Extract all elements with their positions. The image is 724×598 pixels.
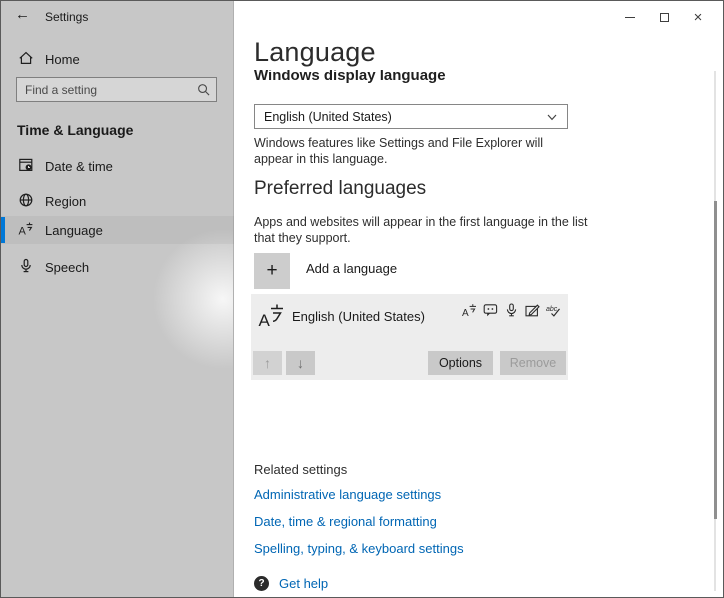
region-icon — [18, 192, 34, 208]
search-icon — [197, 83, 210, 96]
get-help-link[interactable]: Get help — [279, 576, 328, 591]
back-button[interactable]: ← — [15, 6, 30, 23]
language-icon: A — [18, 221, 34, 237]
preferred-languages-description: Apps and websites will appear in the fir… — [254, 214, 594, 246]
speech-recognition-icon — [504, 303, 519, 318]
display-language-dropdown[interactable]: English (United States) — [254, 104, 568, 129]
sidebar-item-language[interactable]: A Language — [1, 216, 234, 244]
sidebar-section-heading: Time & Language — [17, 122, 133, 138]
settings-window: ← Settings Home Time & Language — [0, 0, 724, 598]
app-title: Settings — [45, 10, 88, 24]
link-administrative-language-settings[interactable]: Administrative language settings — [254, 487, 441, 502]
svg-text:A: A — [462, 308, 469, 318]
plus-icon: + — [266, 260, 277, 282]
sidebar-item-home[interactable]: Home — [1, 45, 234, 73]
options-button[interactable]: Options — [428, 351, 493, 375]
language-pack-icon: A — [258, 302, 285, 329]
page-title: Language — [254, 37, 376, 68]
scrollbar-thumb[interactable] — [714, 201, 717, 519]
svg-text:A: A — [259, 311, 271, 329]
language-name: English (United States) — [292, 309, 425, 324]
move-up-button[interactable]: ↑ — [253, 351, 282, 375]
maximize-icon — [660, 13, 669, 22]
sidebar: ← Settings Home Time & Language — [1, 1, 234, 597]
sidebar-item-label: Speech — [45, 260, 89, 275]
home-icon — [18, 50, 34, 66]
add-language-button[interactable]: + — [254, 253, 290, 289]
minimize-button[interactable] — [613, 7, 647, 27]
display-language-description: Windows features like Settings and File … — [254, 135, 584, 167]
handwriting-icon — [525, 303, 540, 318]
speech-icon — [18, 258, 34, 274]
basic-typing-icon: abc — [546, 303, 561, 318]
dropdown-selected-value: English (United States) — [264, 110, 392, 124]
close-icon: × — [694, 10, 703, 25]
get-help-row[interactable]: ? Get help — [254, 576, 328, 591]
sidebar-item-label: Home — [45, 52, 80, 67]
get-help-icon: ? — [254, 576, 269, 591]
sidebar-item-date-time[interactable]: Date & time — [1, 152, 234, 180]
preferred-languages-heading: Preferred languages — [254, 178, 426, 200]
search-input[interactable] — [25, 78, 190, 101]
display-language-icon: A — [462, 303, 477, 318]
sidebar-item-speech[interactable]: Speech — [1, 253, 234, 281]
display-language-heading: Windows display language — [254, 70, 574, 84]
date-time-icon — [18, 157, 34, 173]
related-settings-heading: Related settings — [254, 462, 347, 477]
close-button[interactable]: × — [681, 7, 715, 27]
language-feature-icons: A abc — [462, 303, 561, 318]
window-controls: × — [613, 7, 715, 27]
link-spelling-typing-keyboard[interactable]: Spelling, typing, & keyboard settings — [254, 541, 464, 556]
maximize-button[interactable] — [647, 7, 681, 27]
text-to-speech-icon — [483, 303, 498, 318]
display-language-section: Windows display language — [254, 70, 574, 87]
sidebar-item-region[interactable]: Region — [1, 187, 234, 215]
chevron-down-icon — [547, 114, 557, 121]
add-language-label: Add a language — [306, 261, 397, 276]
svg-text:A: A — [19, 226, 27, 238]
selected-accent-bar — [1, 217, 5, 243]
language-list-item[interactable]: A English (United States) A — [251, 294, 568, 380]
minimize-icon — [625, 17, 635, 18]
sidebar-item-label: Region — [45, 194, 86, 209]
link-date-time-regional-formatting[interactable]: Date, time & regional formatting — [254, 514, 437, 529]
remove-button[interactable]: Remove — [500, 351, 566, 375]
sidebar-item-label: Date & time — [45, 159, 113, 174]
sidebar-item-label: Language — [45, 223, 103, 238]
move-down-button[interactable]: ↓ — [286, 351, 315, 375]
svg-text:abc: abc — [546, 306, 558, 313]
search-box — [16, 77, 217, 102]
